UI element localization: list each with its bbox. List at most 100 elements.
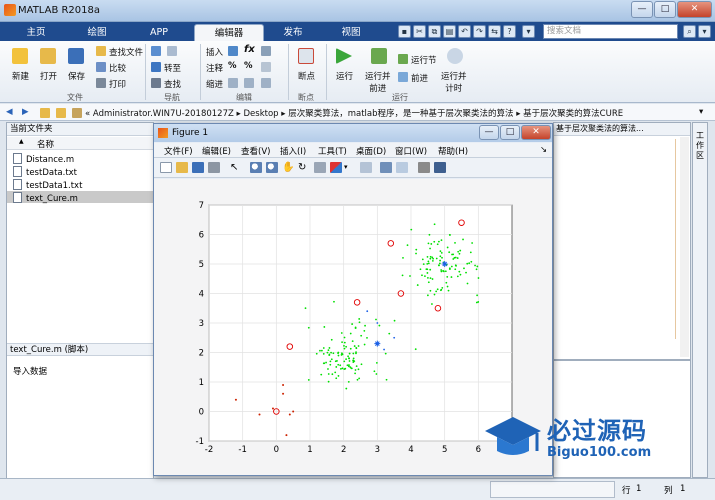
breakpoint-button[interactable]: 断点 (298, 70, 315, 82)
insert-legend-icon[interactable] (396, 162, 408, 173)
menu-file[interactable]: 文件(F) (164, 145, 193, 157)
insert-section-icon[interactable] (228, 46, 238, 56)
file-item-testdata1[interactable]: testData1.txt (13, 179, 82, 191)
menu-desktop[interactable]: 桌面(D) (356, 145, 386, 157)
path-dropdown-icon[interactable]: ▾ (699, 107, 703, 117)
file-item-testdata[interactable]: testData.txt (13, 166, 77, 178)
advance-button[interactable]: 前进 (411, 72, 428, 84)
quick-help-icon[interactable]: ? (503, 25, 516, 38)
quick-switch-icon[interactable]: ⇆ (488, 25, 501, 38)
find-button[interactable]: 查找 (164, 78, 181, 90)
run-time-button[interactable]: 运行并 计时 (441, 70, 467, 94)
quick-save-icon[interactable]: ▪ (398, 25, 411, 38)
quick-copy-icon[interactable]: ⧉ (428, 25, 441, 38)
expand-ribbon-icon[interactable]: ▾ (698, 25, 711, 38)
scatter-point (352, 352, 355, 355)
link-plot-icon[interactable] (360, 162, 372, 173)
rotate-3d-icon[interactable]: ↻ (298, 162, 310, 173)
search-documentation-input[interactable]: 搜索文档 (543, 24, 678, 39)
file-item-text-cure[interactable]: text_Cure.m (13, 192, 78, 204)
folder-path[interactable]: « Administrator.WIN7U-20180127Z ▸ Deskto… (85, 107, 623, 119)
search-icon[interactable]: ⌕ (683, 25, 696, 38)
new-figure-icon[interactable] (160, 162, 172, 173)
percent-uncomment-icon[interactable]: % (244, 61, 253, 71)
menu-edit[interactable]: 编辑(E) (202, 145, 231, 157)
editor-scrollbar[interactable] (680, 137, 689, 357)
increase-indent-icon[interactable] (244, 78, 254, 88)
percent-comment-icon[interactable]: % (228, 61, 237, 71)
minimize-button[interactable]: — (631, 1, 653, 18)
menu-insert[interactable]: 插入(I) (280, 145, 306, 157)
back-nav-icon[interactable]: ◀ (6, 107, 13, 117)
tab-editor[interactable]: 编辑器 (194, 24, 264, 41)
goto-icon (151, 62, 161, 72)
new-icon[interactable] (12, 48, 28, 64)
menu-dock-icon[interactable]: ↘ (540, 145, 547, 155)
save-figure-icon[interactable] (192, 162, 204, 173)
hide-plot-tools-icon[interactable] (418, 162, 430, 173)
tab-plots[interactable]: 绘图 (66, 24, 128, 41)
open-folder-icon[interactable] (40, 48, 56, 64)
goto-button[interactable]: 转至 (164, 62, 181, 74)
menu-help[interactable]: 帮助(H) (438, 145, 468, 157)
tab-view[interactable]: 视图 (322, 24, 380, 41)
figure-close-button[interactable]: ✕ (521, 125, 551, 140)
fx-icon[interactable]: fx (244, 44, 255, 55)
open-button[interactable]: 打开 (40, 70, 57, 82)
decrease-indent-icon[interactable] (261, 78, 271, 88)
zoom-out-icon[interactable] (266, 162, 278, 173)
brush-dropdown-icon[interactable]: ▾ (344, 162, 356, 173)
run-section-button[interactable]: 运行节 (411, 54, 437, 66)
figure-title-bar[interactable]: Figure 1 — □ ✕ (154, 124, 552, 142)
run-time-icon[interactable] (447, 48, 463, 64)
column-name-header[interactable]: 名称 (37, 138, 54, 150)
figure-maximize-button[interactable]: □ (500, 125, 520, 140)
insert-button[interactable]: 插入 (206, 46, 223, 58)
save-button[interactable]: 保存 (68, 70, 85, 82)
find-files-button[interactable]: 查找文件 (109, 46, 143, 58)
file-item-distance[interactable]: Distance.m (13, 153, 74, 165)
print-figure-icon[interactable] (208, 162, 220, 173)
quick-paste-icon[interactable]: ▤ (443, 25, 456, 38)
quick-redo-icon[interactable]: ↷ (473, 25, 486, 38)
menu-window[interactable]: 窗口(W) (395, 145, 427, 157)
wrap-comment-icon[interactable] (261, 62, 271, 72)
figure-minimize-button[interactable]: — (479, 125, 499, 140)
forward-nav-icon[interactable]: ▶ (22, 107, 29, 117)
open-file-icon[interactable] (176, 162, 188, 173)
compare-button[interactable]: 比较 (109, 62, 126, 74)
run-advance-button[interactable]: 运行并 前进 (365, 70, 391, 94)
quick-options-icon[interactable]: ▾ (522, 25, 535, 38)
tab-home[interactable]: 主页 (6, 24, 66, 41)
menu-tools[interactable]: 工具(T) (318, 145, 347, 157)
close-button[interactable]: ✕ (677, 1, 712, 18)
save-icon[interactable] (68, 48, 84, 64)
run-advance-icon[interactable] (371, 48, 387, 64)
brush-icon[interactable] (330, 162, 342, 173)
tab-publish[interactable]: 发布 (264, 24, 322, 41)
status-cell (490, 481, 615, 498)
run-button[interactable]: 运行 (336, 70, 353, 82)
print-button[interactable]: 打印 (109, 78, 126, 90)
comment-button[interactable]: 注释 (206, 62, 223, 74)
quick-cut-icon[interactable]: ✂ (413, 25, 426, 38)
indent-button[interactable]: 缩进 (206, 78, 223, 90)
insert-format-icon[interactable] (261, 46, 271, 56)
data-cursor-icon[interactable] (314, 162, 326, 173)
menu-view[interactable]: 查看(V) (241, 145, 270, 157)
forward-arrow-icon[interactable] (167, 46, 177, 56)
up-folder-icon[interactable] (40, 108, 50, 118)
indent-icon[interactable] (228, 78, 238, 88)
edit-plot-arrow-icon[interactable]: ↖ (230, 162, 242, 173)
insert-colorbar-icon[interactable] (380, 162, 392, 173)
browse-folder-icon[interactable] (56, 108, 66, 118)
tab-apps[interactable]: APP (128, 24, 190, 41)
zoom-in-icon[interactable] (250, 162, 262, 173)
maximize-button[interactable]: □ (654, 1, 676, 18)
pan-hand-icon[interactable]: ✋ (282, 162, 294, 173)
quick-undo-icon[interactable]: ↶ (458, 25, 471, 38)
new-button[interactable]: 新建 (12, 70, 29, 82)
breakpoint-icon[interactable] (298, 48, 314, 64)
back-arrow-icon[interactable] (151, 46, 161, 56)
show-plot-tools-icon[interactable] (434, 162, 446, 173)
